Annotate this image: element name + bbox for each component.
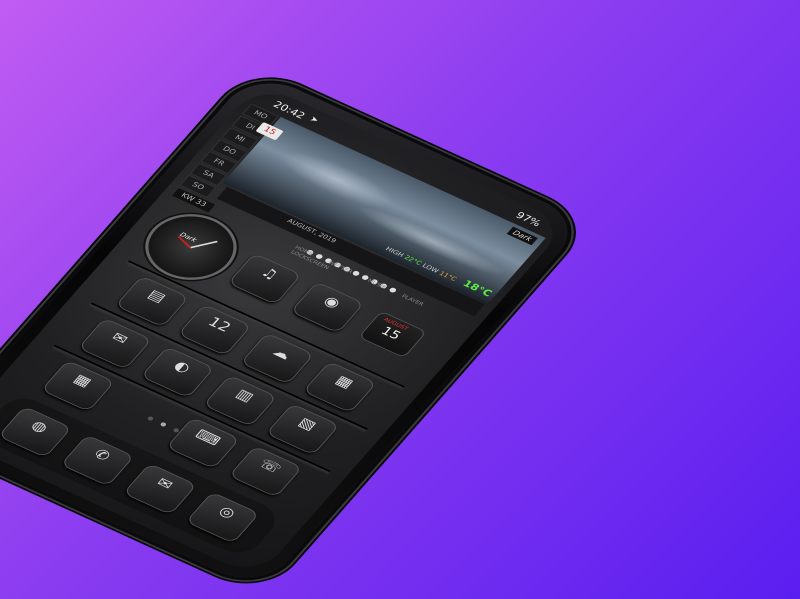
toggle-icon: ◐: [170, 357, 195, 376]
dialpad-icon: ☏: [255, 455, 286, 477]
mail-icon: ✉: [153, 474, 177, 493]
whatsapp-icon: ✆: [90, 445, 115, 464]
music-app[interactable]: ♫: [227, 252, 303, 305]
music-note-icon: ♫: [257, 263, 282, 283]
dock-whatsapp[interactable]: ✆: [60, 434, 135, 487]
page-dot[interactable]: [146, 415, 155, 422]
camera-app[interactable]: ◉: [290, 281, 365, 334]
camera-icon: ◉: [320, 292, 345, 312]
phone-device: 20:42 ➤ 97% Dark MO DI MI DO FR SA SO 15…: [0, 70, 587, 591]
location-arrow-icon: ➤: [307, 115, 321, 125]
clock-icon: 12: [204, 313, 235, 335]
tv-icon: ▦: [332, 372, 358, 391]
browser-icon: ◎: [215, 502, 240, 522]
slider-label-player[interactable]: PLAYER: [400, 293, 425, 307]
calculator-icon: ▥: [232, 385, 258, 405]
calendar-widget[interactable]: AUGUST 15: [358, 310, 428, 359]
page-dot-active[interactable]: [159, 421, 168, 428]
cloud-icon: ☁: [269, 343, 296, 363]
sliders-icon: ▧: [295, 414, 321, 434]
photos-icon: ◍: [27, 417, 52, 436]
clock-brand: Dark: [178, 231, 199, 244]
chat-icon: ✉: [108, 328, 132, 348]
dock-photos[interactable]: ◍: [0, 405, 73, 459]
dock-mail[interactable]: ✉: [122, 462, 198, 516]
dock-browser[interactable]: ◎: [185, 491, 260, 544]
page-dot[interactable]: [172, 427, 181, 434]
grid-icon: ▦: [70, 370, 96, 390]
notes-icon: ▤: [144, 286, 170, 306]
